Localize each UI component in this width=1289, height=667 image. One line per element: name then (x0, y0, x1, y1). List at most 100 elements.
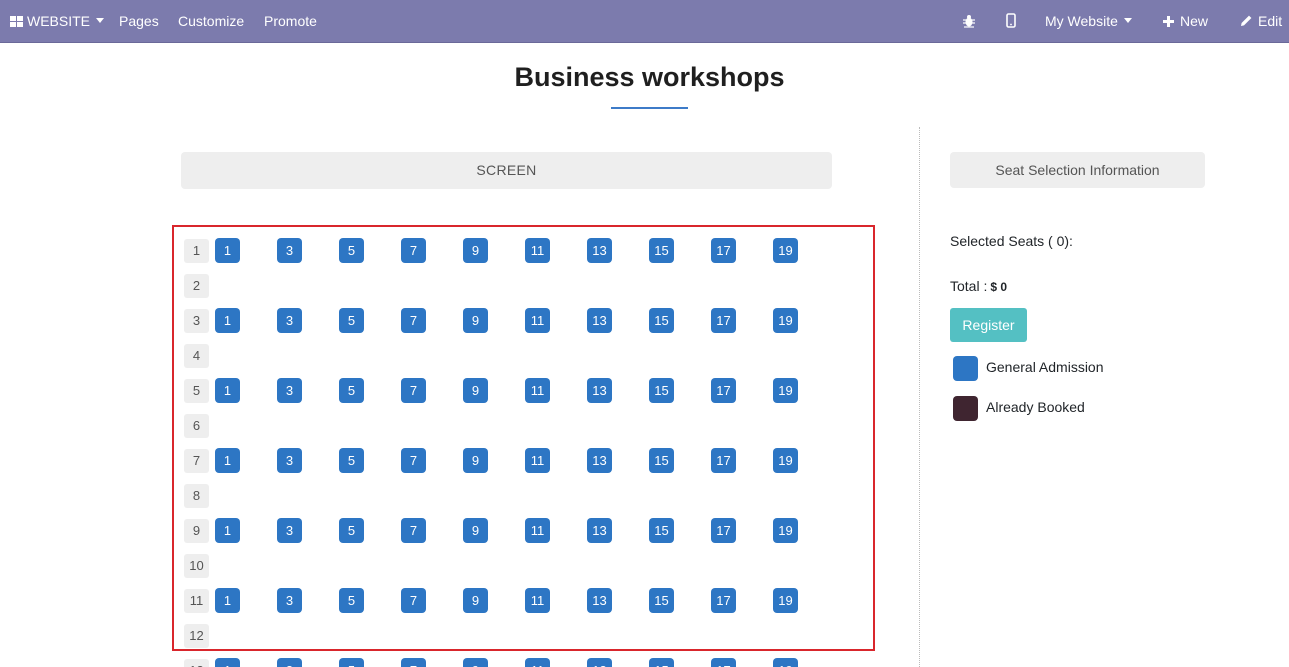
seat[interactable]: 19 (773, 378, 798, 403)
seat[interactable]: 17 (711, 308, 736, 333)
nav-pages[interactable]: Pages (119, 0, 159, 43)
seat[interactable]: 13 (587, 588, 612, 613)
nav-promote[interactable]: Promote (264, 0, 317, 43)
seat[interactable]: 7 (401, 238, 426, 263)
seat[interactable]: 11 (525, 588, 550, 613)
seat[interactable]: 5 (339, 308, 364, 333)
seat[interactable]: 7 (401, 448, 426, 473)
seat[interactable]: 3 (277, 588, 302, 613)
seat[interactable]: 19 (773, 658, 798, 667)
seat[interactable]: 5 (339, 588, 364, 613)
seat[interactable]: 19 (773, 238, 798, 263)
chevron-down-icon (1123, 18, 1132, 23)
pencil-icon (1241, 15, 1252, 26)
page-title: Business workshops (514, 62, 785, 92)
seat[interactable]: 15 (649, 448, 674, 473)
seat[interactable]: 15 (649, 238, 674, 263)
seat[interactable]: 7 (401, 378, 426, 403)
nav-customize[interactable]: Customize (178, 0, 244, 43)
seat[interactable]: 3 (277, 658, 302, 667)
seat[interactable]: 1 (215, 238, 240, 263)
edit-label: Edit (1258, 13, 1283, 29)
seat[interactable]: 19 (773, 588, 798, 613)
seat[interactable]: 15 (649, 378, 674, 403)
seat[interactable]: 7 (401, 588, 426, 613)
website-menu[interactable]: WEBSITE (10, 0, 105, 43)
row-label: 13 (184, 659, 209, 667)
seat[interactable]: 5 (339, 378, 364, 403)
apps-grid-icon (10, 16, 23, 27)
new-button[interactable]: New (1163, 0, 1208, 43)
seat[interactable]: 1 (215, 448, 240, 473)
edit-button[interactable]: Edit (1240, 0, 1282, 43)
seat[interactable]: 17 (711, 238, 736, 263)
row-label: 6 (184, 414, 209, 438)
seat[interactable]: 9 (463, 308, 488, 333)
seat[interactable]: 9 (463, 238, 488, 263)
seat[interactable]: 9 (463, 588, 488, 613)
seat[interactable]: 13 (587, 518, 612, 543)
seat[interactable]: 3 (277, 448, 302, 473)
seat[interactable]: 1 (215, 518, 240, 543)
seat[interactable]: 7 (401, 518, 426, 543)
mobile-preview-icon[interactable] (1006, 0, 1016, 43)
column-divider (919, 127, 920, 667)
seat[interactable]: 13 (587, 378, 612, 403)
seat[interactable]: 11 (525, 448, 550, 473)
new-label: New (1180, 13, 1209, 29)
seat[interactable]: 17 (711, 658, 736, 667)
seat[interactable]: 17 (711, 518, 736, 543)
seat[interactable]: 17 (711, 378, 736, 403)
my-website-menu[interactable]: My Website (1045, 0, 1132, 43)
legend-general-admission-swatch (953, 356, 978, 381)
seat[interactable]: 11 (525, 658, 550, 667)
seat[interactable]: 3 (277, 308, 302, 333)
seat[interactable]: 13 (587, 448, 612, 473)
debug-bug-icon[interactable] (962, 0, 976, 43)
seat[interactable]: 19 (773, 448, 798, 473)
seat[interactable]: 5 (339, 448, 364, 473)
row-label: 5 (184, 379, 209, 403)
seat[interactable]: 7 (401, 658, 426, 667)
seat[interactable]: 1 (215, 378, 240, 403)
seat[interactable]: 19 (773, 308, 798, 333)
seat[interactable]: 19 (773, 518, 798, 543)
seat[interactable]: 11 (525, 518, 550, 543)
seat[interactable]: 3 (277, 378, 302, 403)
website-menu-label: WEBSITE (27, 13, 91, 29)
seat[interactable]: 9 (463, 518, 488, 543)
seat[interactable]: 11 (525, 238, 550, 263)
title-underline (611, 107, 688, 109)
seat[interactable]: 17 (711, 588, 736, 613)
seat[interactable]: 1 (215, 658, 240, 667)
seat[interactable]: 9 (463, 378, 488, 403)
seat[interactable]: 13 (587, 658, 612, 667)
seat[interactable]: 5 (339, 658, 364, 667)
row-label: 1 (184, 239, 209, 263)
seat[interactable]: 5 (339, 238, 364, 263)
seat[interactable]: 3 (277, 238, 302, 263)
seat[interactable]: 13 (587, 308, 612, 333)
row-label: 9 (184, 519, 209, 543)
seat[interactable]: 7 (401, 308, 426, 333)
seat[interactable]: 15 (649, 308, 674, 333)
seat[interactable]: 11 (525, 308, 550, 333)
seat[interactable]: 1 (215, 308, 240, 333)
seat[interactable]: 9 (463, 448, 488, 473)
seat[interactable]: 13 (587, 238, 612, 263)
seat[interactable]: 5 (339, 518, 364, 543)
row-label: 8 (184, 484, 209, 508)
seat[interactable]: 17 (711, 448, 736, 473)
seat[interactable]: 9 (463, 658, 488, 667)
seat[interactable]: 3 (277, 518, 302, 543)
seat[interactable]: 11 (525, 378, 550, 403)
seat-selection-info-header: Seat Selection Information (950, 152, 1205, 188)
seat[interactable]: 1 (215, 588, 240, 613)
seat[interactable]: 15 (649, 518, 674, 543)
row-label: 7 (184, 449, 209, 473)
seat[interactable]: 15 (649, 658, 674, 667)
register-button[interactable]: Register (950, 308, 1027, 342)
legend-already-booked-swatch (953, 396, 978, 421)
seat[interactable]: 15 (649, 588, 674, 613)
plus-icon (1163, 16, 1174, 27)
